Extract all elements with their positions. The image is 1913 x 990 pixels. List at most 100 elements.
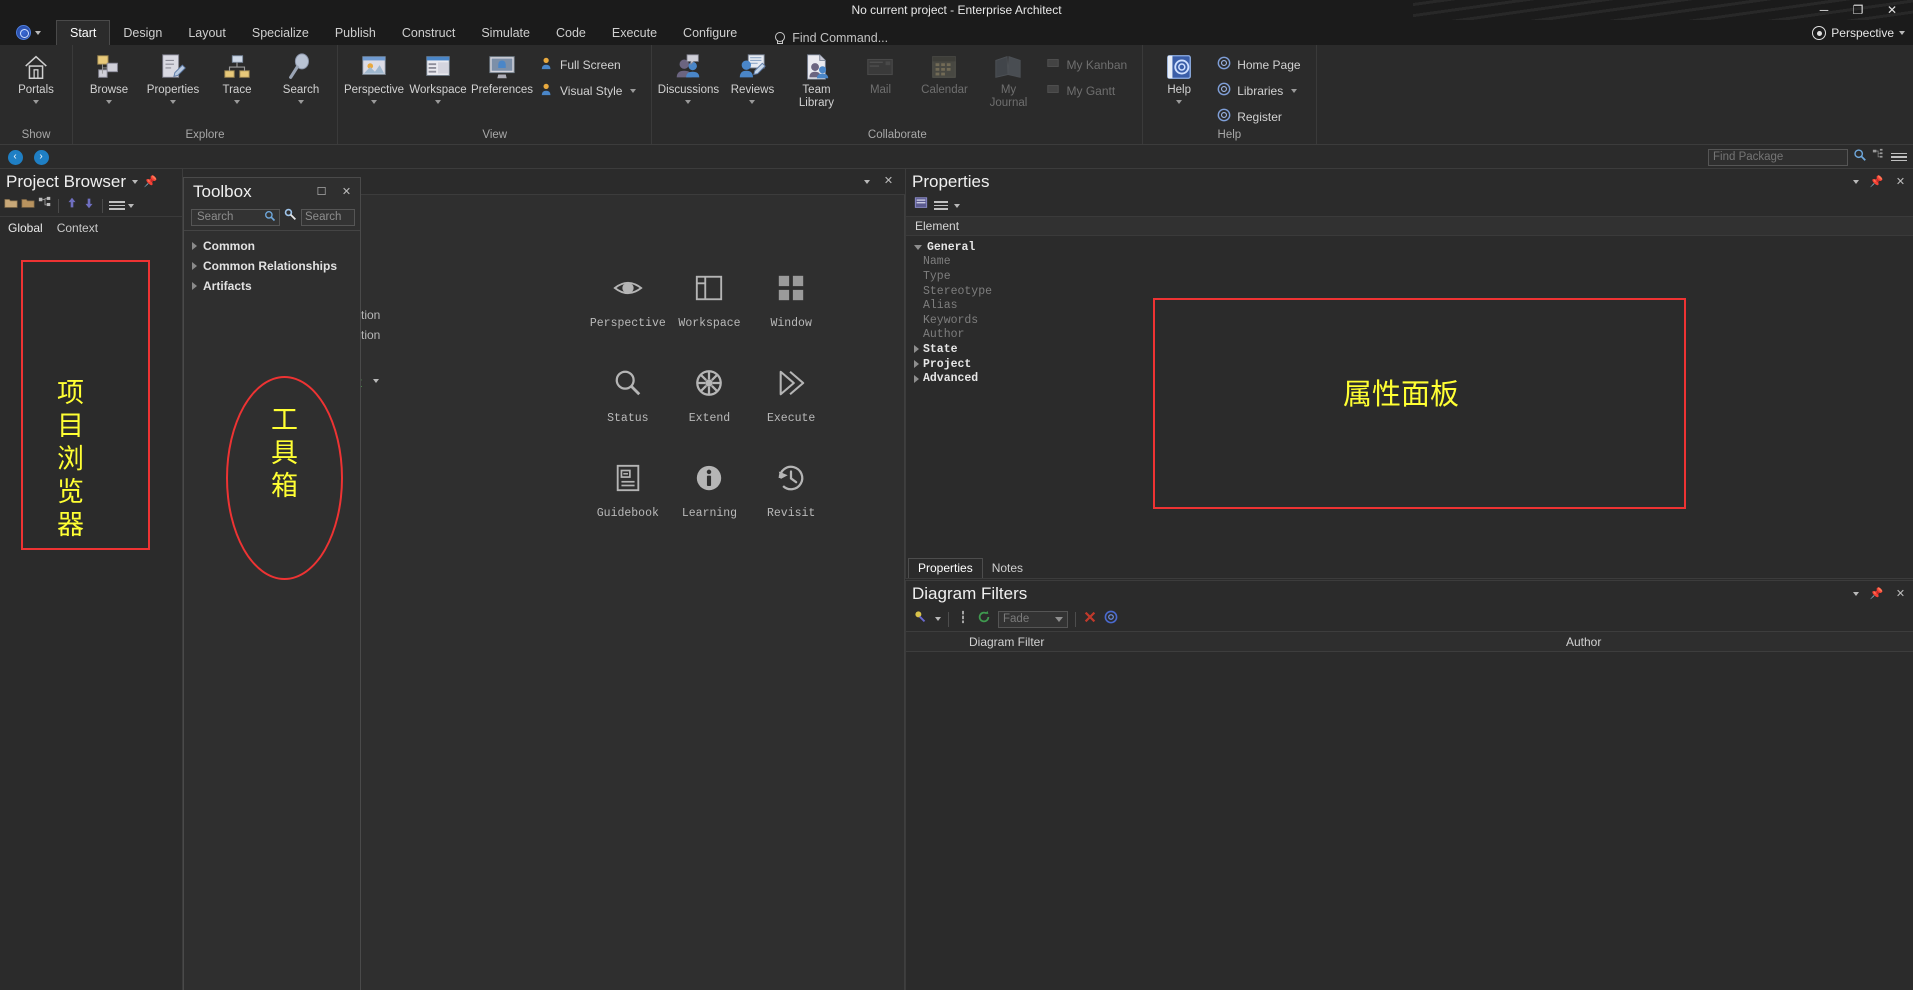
package-menu-icon[interactable]: [1891, 152, 1907, 162]
chevron-down-icon[interactable]: [170, 100, 176, 105]
ribbon-item-my-kanban[interactable]: My Kanban: [1044, 54, 1132, 75]
close-icon[interactable]: ✕: [882, 175, 895, 188]
property-row-project[interactable]: Project: [906, 357, 1913, 372]
toolbox-search-tool-icon[interactable]: [284, 208, 297, 226]
properties-tab-notes[interactable]: Notes: [983, 559, 1032, 578]
toolbox-secondary-search-input[interactable]: Search: [301, 208, 355, 226]
ribbon-item-full-screen[interactable]: Full Screen: [538, 54, 641, 75]
minimize-button[interactable]: ─: [1807, 0, 1841, 20]
ribbon-tab-specialize[interactable]: Specialize: [239, 20, 322, 45]
toolbox-group-common[interactable]: Common: [184, 236, 360, 256]
portal-perspective[interactable]: Perspective: [587, 273, 669, 330]
close-icon[interactable]: ✕: [340, 186, 353, 199]
chevron-down-icon[interactable]: [914, 244, 922, 250]
property-row-advanced[interactable]: Advanced: [906, 371, 1913, 386]
property-row-type[interactable]: Type: [906, 269, 1913, 284]
ribbon-button-team-library[interactable]: Team Library: [784, 49, 848, 110]
chevron-down-icon[interactable]: [106, 100, 112, 105]
portal-guidebook[interactable]: Guidebook: [587, 463, 669, 520]
chevron-right-icon[interactable]: [914, 360, 919, 369]
project-browser-tab-global[interactable]: Global: [8, 221, 43, 237]
move-up-icon[interactable]: [65, 196, 79, 215]
portal-learning[interactable]: Learning: [669, 463, 751, 520]
portal-execute[interactable]: Execute: [750, 368, 832, 425]
ribbon-item-register[interactable]: Register: [1215, 106, 1305, 127]
maximize-button[interactable]: ❐: [1841, 0, 1875, 20]
ribbon-button-preferences[interactable]: Preferences: [470, 49, 534, 97]
pin-icon[interactable]: 📌: [1870, 588, 1884, 601]
chevron-down-icon[interactable]: [749, 100, 756, 105]
portal-window[interactable]: Window: [750, 273, 832, 330]
pin-icon[interactable]: 📌: [144, 176, 158, 189]
chevron-down-icon[interactable]: [935, 617, 941, 621]
ribbon-button-reviews[interactable]: Reviews: [720, 49, 784, 105]
chevron-down-icon[interactable]: [373, 379, 379, 383]
chevron-down-icon[interactable]: [685, 100, 692, 105]
close-icon[interactable]: ✕: [1894, 176, 1907, 189]
filter-help-icon[interactable]: [1104, 610, 1118, 629]
ribbon-button-search[interactable]: Search: [269, 49, 333, 105]
diagram-menu-chevron-icon[interactable]: [864, 179, 870, 184]
search-icon[interactable]: [264, 210, 276, 225]
toolbox-search-input[interactable]: Search: [191, 208, 280, 226]
application-menu-button[interactable]: [0, 20, 56, 45]
ribbon-button-calendar[interactable]: Calendar: [912, 49, 976, 97]
pin-icon[interactable]: 📌: [1870, 176, 1884, 189]
panel-menu-chevron-icon[interactable]: [1853, 592, 1859, 596]
nav-back-button[interactable]: ‹: [4, 146, 26, 168]
chevron-right-icon[interactable]: [192, 262, 197, 270]
panel-menu-chevron-icon[interactable]: [131, 180, 138, 184]
property-row-keywords[interactable]: Keywords: [906, 313, 1913, 328]
chevron-right-icon[interactable]: [914, 345, 919, 354]
properties-view-icon[interactable]: [914, 196, 928, 215]
delete-filter-icon[interactable]: [1083, 610, 1097, 629]
perspective-selector[interactable]: Perspective: [1812, 26, 1905, 40]
toolbox-group-artifacts[interactable]: Artifacts: [184, 276, 360, 296]
ribbon-tab-start[interactable]: Start: [56, 20, 111, 45]
find-package-search-icon[interactable]: [1853, 148, 1867, 167]
portal-extend[interactable]: Extend: [669, 368, 751, 425]
ribbon-tab-publish[interactable]: Publish: [322, 20, 389, 45]
project-browser-tab-context[interactable]: Context: [57, 221, 98, 237]
ribbon-item-my-gantt[interactable]: My Gantt: [1044, 80, 1132, 101]
chevron-down-icon[interactable]: [435, 100, 441, 105]
filter-mode-select[interactable]: Fade: [998, 610, 1068, 628]
property-row-stereotype[interactable]: Stereotype: [906, 284, 1913, 299]
toolbox-group-common-relationships[interactable]: Common Relationships: [184, 256, 360, 276]
close-icon[interactable]: ✕: [1894, 588, 1907, 601]
ribbon-tab-configure[interactable]: Configure: [670, 20, 750, 45]
property-row-general[interactable]: General: [906, 240, 1913, 255]
find-command[interactable]: Find Command...: [772, 31, 888, 45]
properties-tab-properties[interactable]: Properties: [908, 558, 983, 578]
filter-options-icon[interactable]: [956, 610, 970, 629]
refresh-icon[interactable]: [977, 610, 991, 629]
property-row-state[interactable]: State: [906, 342, 1913, 357]
new-model-icon[interactable]: [4, 196, 18, 215]
chevron-right-icon[interactable]: [192, 242, 197, 250]
ribbon-button-properties[interactable]: Properties: [141, 49, 205, 105]
portal-status[interactable]: Status: [587, 368, 669, 425]
ribbon-button-browse[interactable]: Browse: [77, 49, 141, 105]
property-row-author[interactable]: Author: [906, 328, 1913, 343]
properties-menu-icon[interactable]: [934, 201, 948, 210]
ribbon-tab-code[interactable]: Code: [543, 20, 599, 45]
ribbon-tab-layout[interactable]: Layout: [175, 20, 239, 45]
chevron-down-icon[interactable]: [630, 88, 637, 93]
ribbon-tab-simulate[interactable]: Simulate: [468, 20, 543, 45]
ribbon-button-portals[interactable]: Portals: [4, 49, 68, 105]
ribbon-button-trace[interactable]: Trace: [205, 49, 269, 105]
portal-workspace[interactable]: Workspace: [669, 273, 751, 330]
ribbon-button-perspective[interactable]: Perspective: [342, 49, 406, 105]
ribbon-button-workspace[interactable]: Workspace: [406, 49, 470, 105]
property-row-name[interactable]: Name: [906, 255, 1913, 270]
new-diagram-icon[interactable]: [38, 196, 52, 215]
chevron-down-icon[interactable]: [33, 100, 39, 105]
nav-forward-button[interactable]: ›: [30, 146, 52, 168]
panel-menu-chevron-icon[interactable]: [1853, 180, 1859, 184]
chevron-right-icon[interactable]: [914, 374, 919, 383]
maximize-icon[interactable]: ☐: [315, 186, 328, 199]
ribbon-item-visual-style[interactable]: Visual Style: [538, 80, 641, 101]
browser-options-icon[interactable]: [109, 201, 125, 210]
new-filter-icon[interactable]: [914, 610, 928, 629]
ribbon-button-discussions[interactable]: Discussions: [656, 49, 720, 105]
